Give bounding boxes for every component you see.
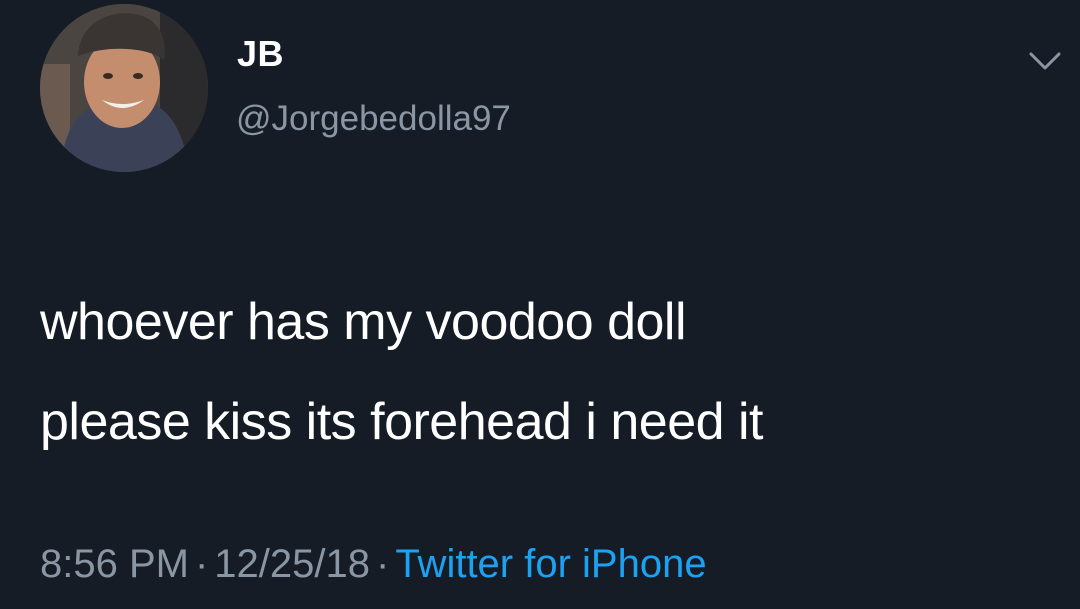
tweet-date[interactable]: 12/25/18 — [214, 542, 370, 586]
tweet-text-line: whoever has my voodoo doll — [40, 293, 687, 351]
tweet-text-line: please kiss its forehead i need it — [40, 393, 763, 451]
tweet-time: 8:56 PM — [40, 542, 189, 586]
tweet-card: JB @Jorgebedolla97 whoever has my voodoo… — [0, 0, 1080, 609]
user-handle[interactable]: @Jorgebedolla97 — [236, 101, 511, 136]
tweet-source-link[interactable]: Twitter for iPhone — [395, 542, 706, 586]
avatar[interactable] — [40, 4, 208, 172]
tweet-text: whoever has my voodoo doll please kiss i… — [40, 272, 1040, 472]
meta-separator: · — [376, 542, 390, 586]
chevron-down-icon[interactable] — [1028, 50, 1062, 72]
tweet-meta: 8:56 PM · 12/25/18 · Twitter for iPhone — [40, 544, 707, 584]
display-name[interactable]: JB — [237, 36, 284, 72]
meta-separator: · — [194, 542, 209, 586]
avatar-photo — [40, 4, 208, 172]
